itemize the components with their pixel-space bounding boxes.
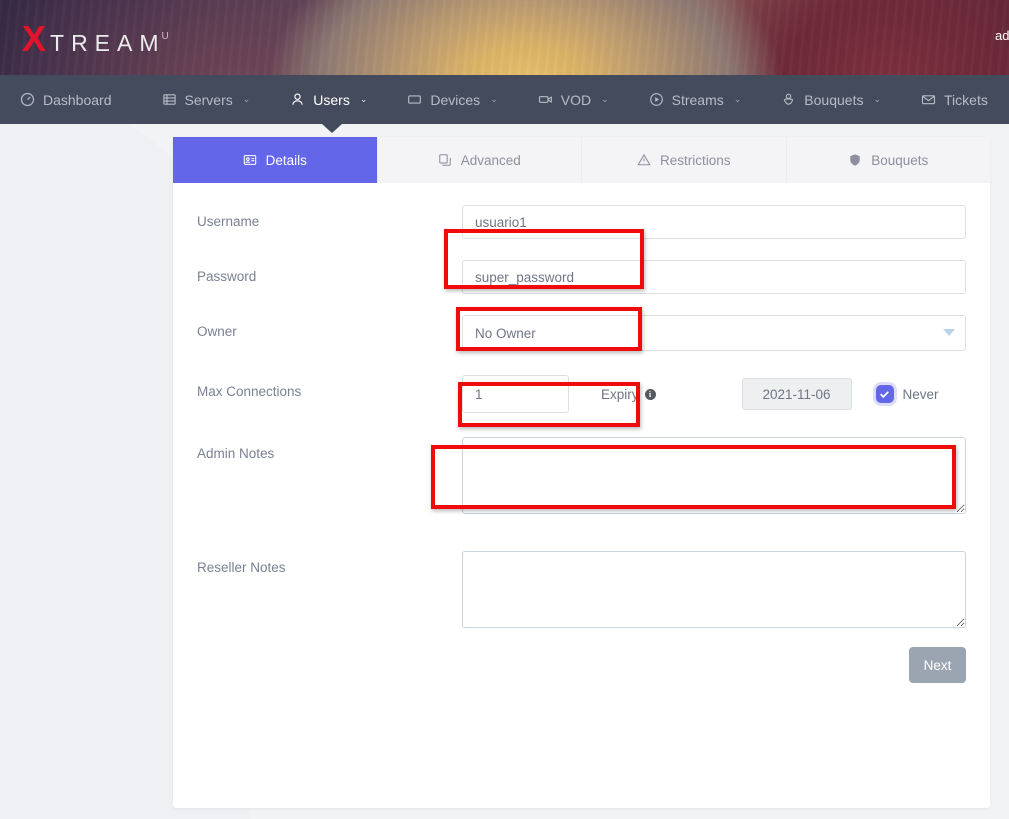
- nav-item-dashboard[interactable]: Dashboard: [0, 75, 142, 124]
- chevron-down-icon-streams: ⌄: [734, 94, 742, 105]
- label-admin-notes: Admin Notes: [197, 437, 462, 461]
- logo-wordmark: TREAM: [50, 32, 166, 55]
- nav-label-servers: Servers: [185, 92, 233, 108]
- nav-label-users: Users: [313, 92, 350, 108]
- users-icon: [290, 92, 305, 107]
- nav-item-tickets[interactable]: Tickets: [901, 75, 1009, 124]
- tab-restrictions[interactable]: Restrictions: [582, 137, 787, 183]
- chevron-down-icon-vod: ⌄: [601, 94, 609, 105]
- username-input[interactable]: [462, 205, 966, 239]
- never-checkbox[interactable]: [876, 385, 894, 403]
- dashboard-icon: [20, 92, 35, 107]
- nav-item-devices[interactable]: Devices ⌄: [387, 75, 517, 124]
- field-row-reseller-notes: Reseller Notes: [197, 551, 966, 633]
- label-max-connections: Max Connections: [197, 375, 462, 399]
- logo-superscript: U: [162, 31, 169, 42]
- bouquets-icon: [781, 92, 796, 107]
- id-card-icon: [243, 153, 257, 167]
- reseller-notes-textarea[interactable]: [462, 551, 966, 628]
- nav-active-pointer: [322, 124, 342, 133]
- owner-select[interactable]: No Owner: [462, 315, 966, 351]
- label-reseller-notes: Reseller Notes: [197, 551, 462, 575]
- form-tabs: Details Advanced Restrictions: [173, 137, 990, 183]
- nav-item-streams[interactable]: Streams ⌄: [629, 75, 762, 124]
- nav-item-users[interactable]: Users ⌄: [270, 75, 387, 124]
- field-row-max-connections: Max Connections Expiry i 2021-11-06: [197, 375, 966, 413]
- chevron-down-icon-owner: [943, 329, 955, 336]
- label-owner: Owner: [197, 315, 462, 339]
- expiry-label-group: Expiry i: [601, 387, 656, 402]
- nav-label-vod: VOD: [561, 92, 591, 108]
- tab-advanced[interactable]: Advanced: [378, 137, 583, 183]
- tickets-icon: [921, 92, 936, 107]
- vod-icon: [538, 92, 553, 107]
- header-banner: X TREAM U ad: [0, 0, 1009, 75]
- app-logo[interactable]: X TREAM U: [22, 21, 169, 57]
- chevron-down-icon-devices: ⌄: [490, 94, 498, 105]
- nav-item-servers[interactable]: Servers ⌄: [142, 75, 271, 124]
- nav-label-devices: Devices: [430, 92, 480, 108]
- tab-label-advanced: Advanced: [461, 153, 521, 168]
- chevron-down-icon-users: ⌄: [360, 94, 368, 105]
- chevron-down-icon-bouquets: ⌄: [873, 94, 881, 105]
- nav-item-vod[interactable]: VOD ⌄: [518, 75, 629, 124]
- expiry-date-field[interactable]: 2021-11-06: [742, 378, 852, 410]
- nav-label-streams: Streams: [672, 92, 724, 108]
- tab-details[interactable]: Details: [173, 137, 378, 183]
- details-form: Username Password Owner No Owner Ma: [173, 183, 990, 633]
- field-row-admin-notes: Admin Notes: [197, 437, 966, 519]
- field-row-owner: Owner No Owner: [197, 315, 966, 351]
- info-icon[interactable]: i: [645, 389, 656, 400]
- field-row-password: Password: [197, 260, 966, 294]
- devices-icon: [407, 92, 422, 107]
- max-connections-input[interactable]: [462, 375, 569, 413]
- label-password: Password: [197, 260, 462, 284]
- nav-item-bouquets[interactable]: Bouquets ⌄: [761, 75, 901, 124]
- tab-label-restrictions: Restrictions: [660, 153, 731, 168]
- never-checkbox-group[interactable]: Never: [876, 385, 939, 403]
- nav-label-bouquets: Bouquets: [804, 92, 863, 108]
- never-label: Never: [903, 387, 939, 402]
- next-button[interactable]: Next: [909, 647, 966, 683]
- warning-icon: [637, 153, 651, 167]
- form-footer: Next: [173, 633, 990, 683]
- label-expiry: Expiry: [601, 387, 639, 402]
- tab-label-bouquets: Bouquets: [871, 153, 928, 168]
- owner-selected-value: No Owner: [462, 315, 966, 351]
- chevron-down-icon-servers: ⌄: [243, 94, 251, 105]
- tab-label-details: Details: [266, 153, 307, 168]
- copy-icon: [438, 153, 452, 167]
- max-connections-group: Expiry i 2021-11-06 Never: [462, 375, 966, 413]
- nav-label-tickets: Tickets: [944, 92, 988, 108]
- logo-x-mark: X: [22, 21, 46, 57]
- password-input[interactable]: [462, 260, 966, 294]
- tab-bouquets[interactable]: Bouquets: [787, 137, 991, 183]
- admin-notes-textarea[interactable]: [462, 437, 966, 514]
- servers-icon: [162, 92, 177, 107]
- shield-icon: [848, 153, 862, 167]
- nav-label-dashboard: Dashboard: [43, 92, 112, 108]
- label-username: Username: [197, 205, 462, 229]
- main-navbar: Dashboard Servers ⌄ Users ⌄ Devices ⌄: [0, 75, 1009, 124]
- account-label[interactable]: ad: [995, 28, 1009, 43]
- streams-icon: [649, 92, 664, 107]
- user-form-card: Details Advanced Restrictions: [173, 137, 990, 808]
- field-row-username: Username: [197, 205, 966, 239]
